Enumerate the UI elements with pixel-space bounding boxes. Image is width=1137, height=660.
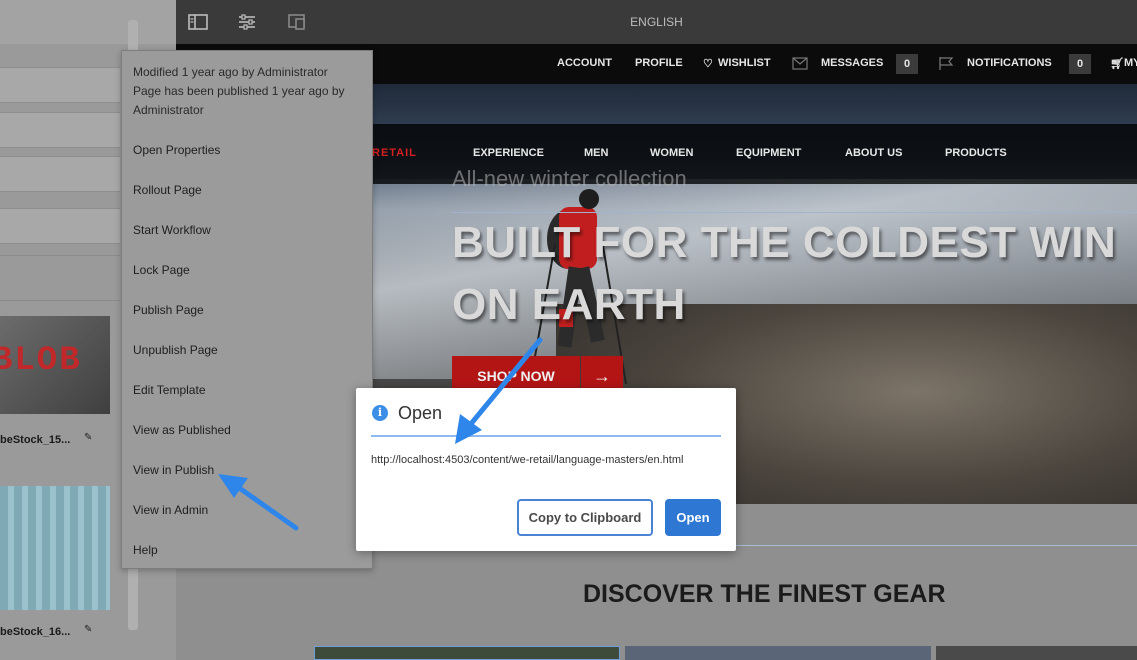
wishlist-link[interactable]: WISHLIST [718, 57, 771, 69]
hero-divider [452, 212, 1137, 213]
account-link[interactable]: ACCOUNT [557, 57, 612, 69]
cart-link[interactable]: MY [1124, 57, 1137, 69]
menu-item-view-in-publish[interactable]: View in Publish [133, 463, 214, 477]
flag-icon [939, 57, 954, 70]
edit-pencil-icon[interactable]: ✎ [84, 432, 94, 443]
menu-item-start-workflow[interactable]: Start Workflow [133, 223, 211, 237]
menu-item-lock-page[interactable]: Lock Page [133, 263, 190, 277]
asset-name: beStock_16... [0, 626, 71, 638]
hiker-figure [530, 189, 627, 385]
nav-item-men[interactable]: MEN [584, 147, 608, 159]
editor-toolbar: ENGLISH [176, 0, 1137, 44]
nav-item-women[interactable]: WOMEN [650, 147, 693, 159]
nav-item-products[interactable]: PRODUCTS [945, 147, 1007, 159]
hero-title-line1: BUILT FOR THE COLDEST WIN [452, 218, 1117, 267]
page-context-menu: Modified 1 year ago by Administrator Pag… [121, 50, 373, 569]
menu-item-view-in-admin[interactable]: View in Admin [133, 503, 208, 517]
notifications-link[interactable]: NOTIFICATIONS [967, 57, 1052, 69]
asset-thumbnail[interactable]: BLOB [0, 316, 110, 414]
nav-item-about-us[interactable]: ABOUT US [845, 147, 902, 159]
menu-item-edit-template[interactable]: Edit Template [133, 383, 206, 397]
modified-info: Modified 1 year ago by Administrator [133, 65, 328, 79]
published-info: Page has been published 1 year ago by Ad… [133, 84, 345, 117]
rail-header [0, 0, 176, 44]
section-heading: DISCOVER THE FINEST GEAR [583, 580, 946, 608]
page-status-info: Modified 1 year ago by Administrator Pag… [133, 63, 363, 120]
rail-filter-field[interactable] [0, 208, 120, 244]
menu-item-rollout-page[interactable]: Rollout Page [133, 183, 202, 197]
hero-title-line2: ON EARTH [452, 280, 686, 329]
hero-subtitle: All-new winter collection [452, 166, 687, 191]
publish-url-text[interactable]: http://localhost:4503/content/we-retail/… [371, 454, 683, 466]
rail-filter-field[interactable] [0, 112, 120, 148]
rail-filter-field[interactable] [0, 67, 120, 103]
dialog-divider [371, 435, 721, 437]
language-label: ENGLISH [630, 15, 683, 29]
menu-item-help[interactable]: Help [133, 543, 158, 557]
rail-filter-field[interactable] [0, 156, 120, 192]
brand-logo[interactable]: RETAIL [372, 147, 417, 159]
menu-item-open-properties[interactable]: Open Properties [133, 143, 220, 157]
gear-thumbnail[interactable] [936, 646, 1137, 660]
rail-divider [0, 255, 120, 256]
asset-thumbnail-text: BLOB [0, 342, 82, 380]
rail-divider [0, 300, 120, 301]
cart-icon: 🛒︎ [1110, 58, 1124, 70]
edit-pencil-icon[interactable]: ✎ [84, 624, 94, 635]
heart-icon: ♡ [703, 58, 713, 70]
open-url-dialog: i Open http://localhost:4503/content/we-… [356, 388, 736, 551]
open-button[interactable]: Open [665, 499, 721, 536]
nav-item-experience[interactable]: EXPERIENCE [473, 147, 544, 159]
copy-to-clipboard-button[interactable]: Copy to Clipboard [517, 499, 653, 536]
asset-thumbnail[interactable] [0, 486, 110, 610]
envelope-icon [792, 57, 808, 70]
menu-item-unpublish-page[interactable]: Unpublish Page [133, 343, 218, 357]
info-icon: i [372, 405, 388, 421]
messages-link[interactable]: MESSAGES [821, 57, 883, 69]
messages-count-badge: 0 [896, 54, 918, 74]
profile-link[interactable]: PROFILE [635, 57, 683, 69]
asset-name: beStock_15... [0, 434, 71, 446]
menu-item-publish-page[interactable]: Publish Page [133, 303, 204, 317]
gear-thumbnail[interactable] [625, 646, 931, 660]
dialog-title: Open [398, 403, 443, 423]
gear-thumbnail[interactable] [314, 646, 620, 660]
notifications-count-badge: 0 [1069, 54, 1091, 74]
nav-item-equipment[interactable]: EQUIPMENT [736, 147, 801, 159]
menu-item-view-as-published[interactable]: View as Published [133, 423, 231, 437]
